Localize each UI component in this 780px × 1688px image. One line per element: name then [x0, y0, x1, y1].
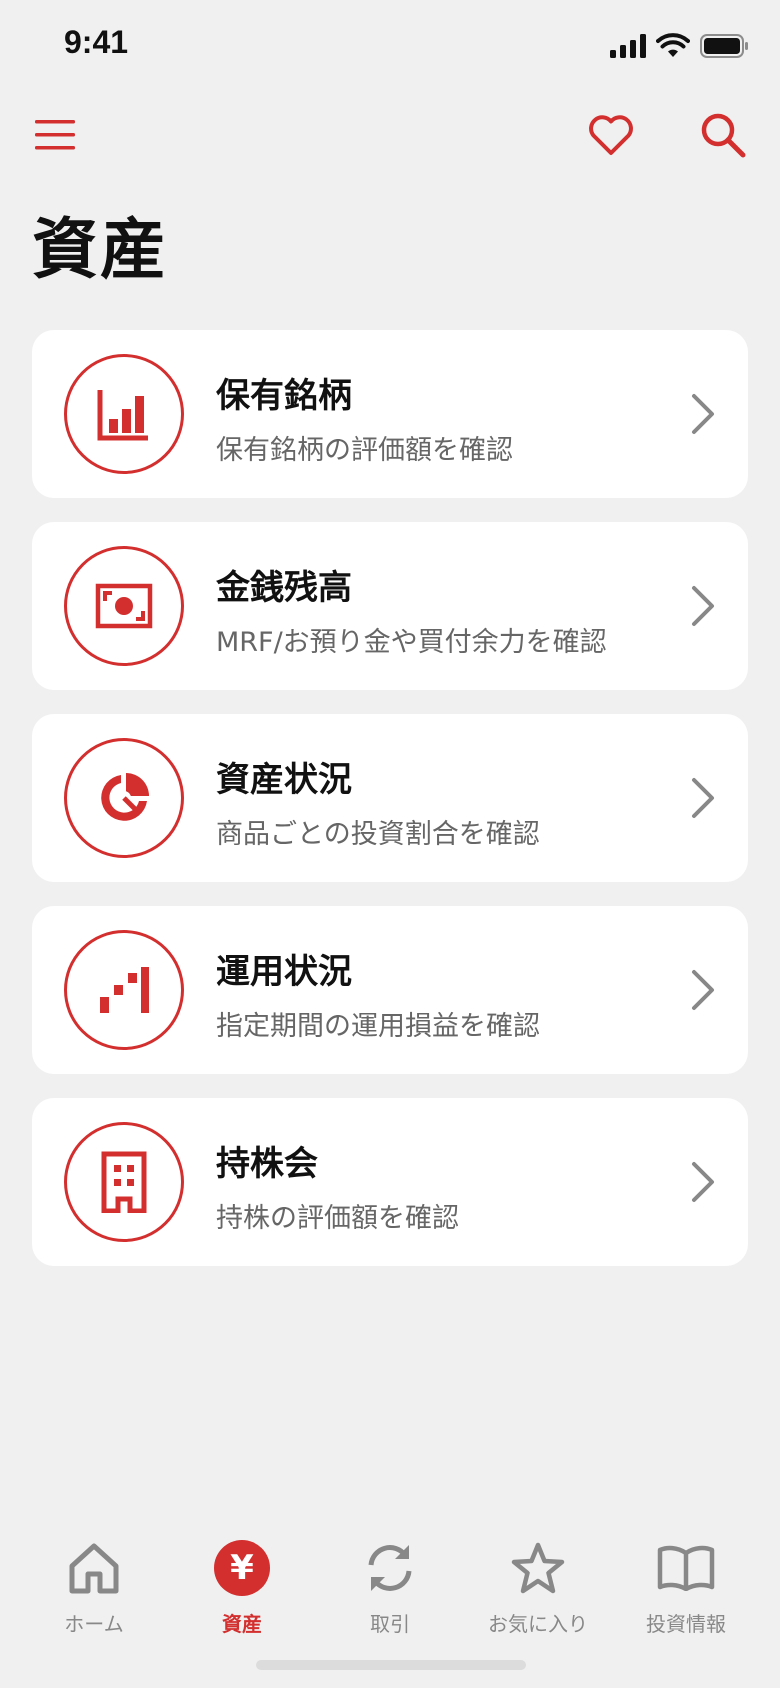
tab-label: 資産	[222, 1612, 262, 1636]
menu-item-title: 持株会	[216, 1144, 318, 1184]
chevron-right-icon	[692, 586, 714, 626]
menu-item-title: 運用状況	[216, 952, 352, 992]
star-icon	[508, 1538, 568, 1598]
search-button[interactable]	[688, 100, 758, 170]
search-icon	[701, 113, 746, 158]
tab-label: ホーム	[64, 1612, 124, 1636]
chevron-right-icon	[692, 1162, 714, 1202]
tab-favorites[interactable]: お気に入り	[460, 1538, 616, 1648]
pie-chart-icon	[64, 738, 184, 858]
menu-item-title: 資産状況	[216, 760, 352, 800]
performance-bars-icon	[64, 930, 184, 1050]
chevron-right-icon	[692, 778, 714, 818]
menu-item-holdings[interactable]: 保有銘柄 保有銘柄の評価額を確認	[32, 330, 748, 498]
wifi-icon	[656, 33, 690, 57]
menu-item-title: 金銭残高	[216, 568, 352, 608]
menu-item-subtitle: 保有銘柄の評価額を確認	[216, 435, 513, 466]
status-time: 9:41	[64, 24, 129, 60]
menu-item-cash-balance[interactable]: 金銭残高 MRF/お預り金や買付余力を確認	[32, 522, 748, 690]
heart-icon	[589, 115, 633, 155]
tab-label: 投資情報	[646, 1612, 726, 1636]
menu-item-performance[interactable]: 運用状況 指定期間の運用損益を確認	[32, 906, 748, 1074]
book-icon	[656, 1538, 716, 1598]
menu-item-subtitle: MRF/お預り金や買付余力を確認	[216, 627, 607, 658]
battery-icon	[700, 34, 748, 58]
navigation-bar	[0, 100, 780, 170]
tab-trade[interactable]: 取引	[312, 1538, 468, 1648]
status-bar: 9:41	[0, 0, 780, 92]
refresh-icon	[360, 1538, 420, 1598]
menu-item-title: 保有銘柄	[216, 376, 352, 416]
chevron-right-icon	[692, 394, 714, 434]
building-icon	[64, 1122, 184, 1242]
menu-item-employee-stock[interactable]: 持株会 持株の評価額を確認	[32, 1098, 748, 1266]
hamburger-menu-icon	[35, 120, 75, 150]
menu-item-subtitle: 指定期間の運用損益を確認	[216, 1011, 540, 1042]
menu-item-asset-status[interactable]: 資産状況 商品ごとの投資割合を確認	[32, 714, 748, 882]
cellular-signal-icon	[610, 34, 646, 58]
menu-item-subtitle: 商品ごとの投資割合を確認	[216, 819, 540, 850]
asset-menu-list: 保有銘柄 保有銘柄の評価額を確認 金銭残高 MRF/お預り金や買付余力を確認 資…	[32, 330, 748, 1290]
cash-icon	[64, 546, 184, 666]
menu-item-subtitle: 持株の評価額を確認	[216, 1203, 459, 1234]
tab-investment-info[interactable]: 投資情報	[608, 1538, 764, 1648]
tab-label: 取引	[370, 1612, 410, 1636]
chevron-right-icon	[692, 970, 714, 1010]
yen-icon: ¥	[212, 1538, 272, 1598]
page-title: 資産	[32, 211, 168, 288]
tab-assets[interactable]: ¥ 資産	[164, 1538, 320, 1648]
home-icon	[64, 1538, 124, 1598]
status-icons	[610, 32, 750, 60]
tab-home[interactable]: ホーム	[16, 1538, 172, 1648]
menu-button[interactable]	[20, 100, 90, 170]
favorites-button[interactable]	[576, 100, 646, 170]
home-indicator	[256, 1660, 526, 1670]
tab-label: お気に入り	[488, 1612, 588, 1636]
bar-chart-icon	[64, 354, 184, 474]
